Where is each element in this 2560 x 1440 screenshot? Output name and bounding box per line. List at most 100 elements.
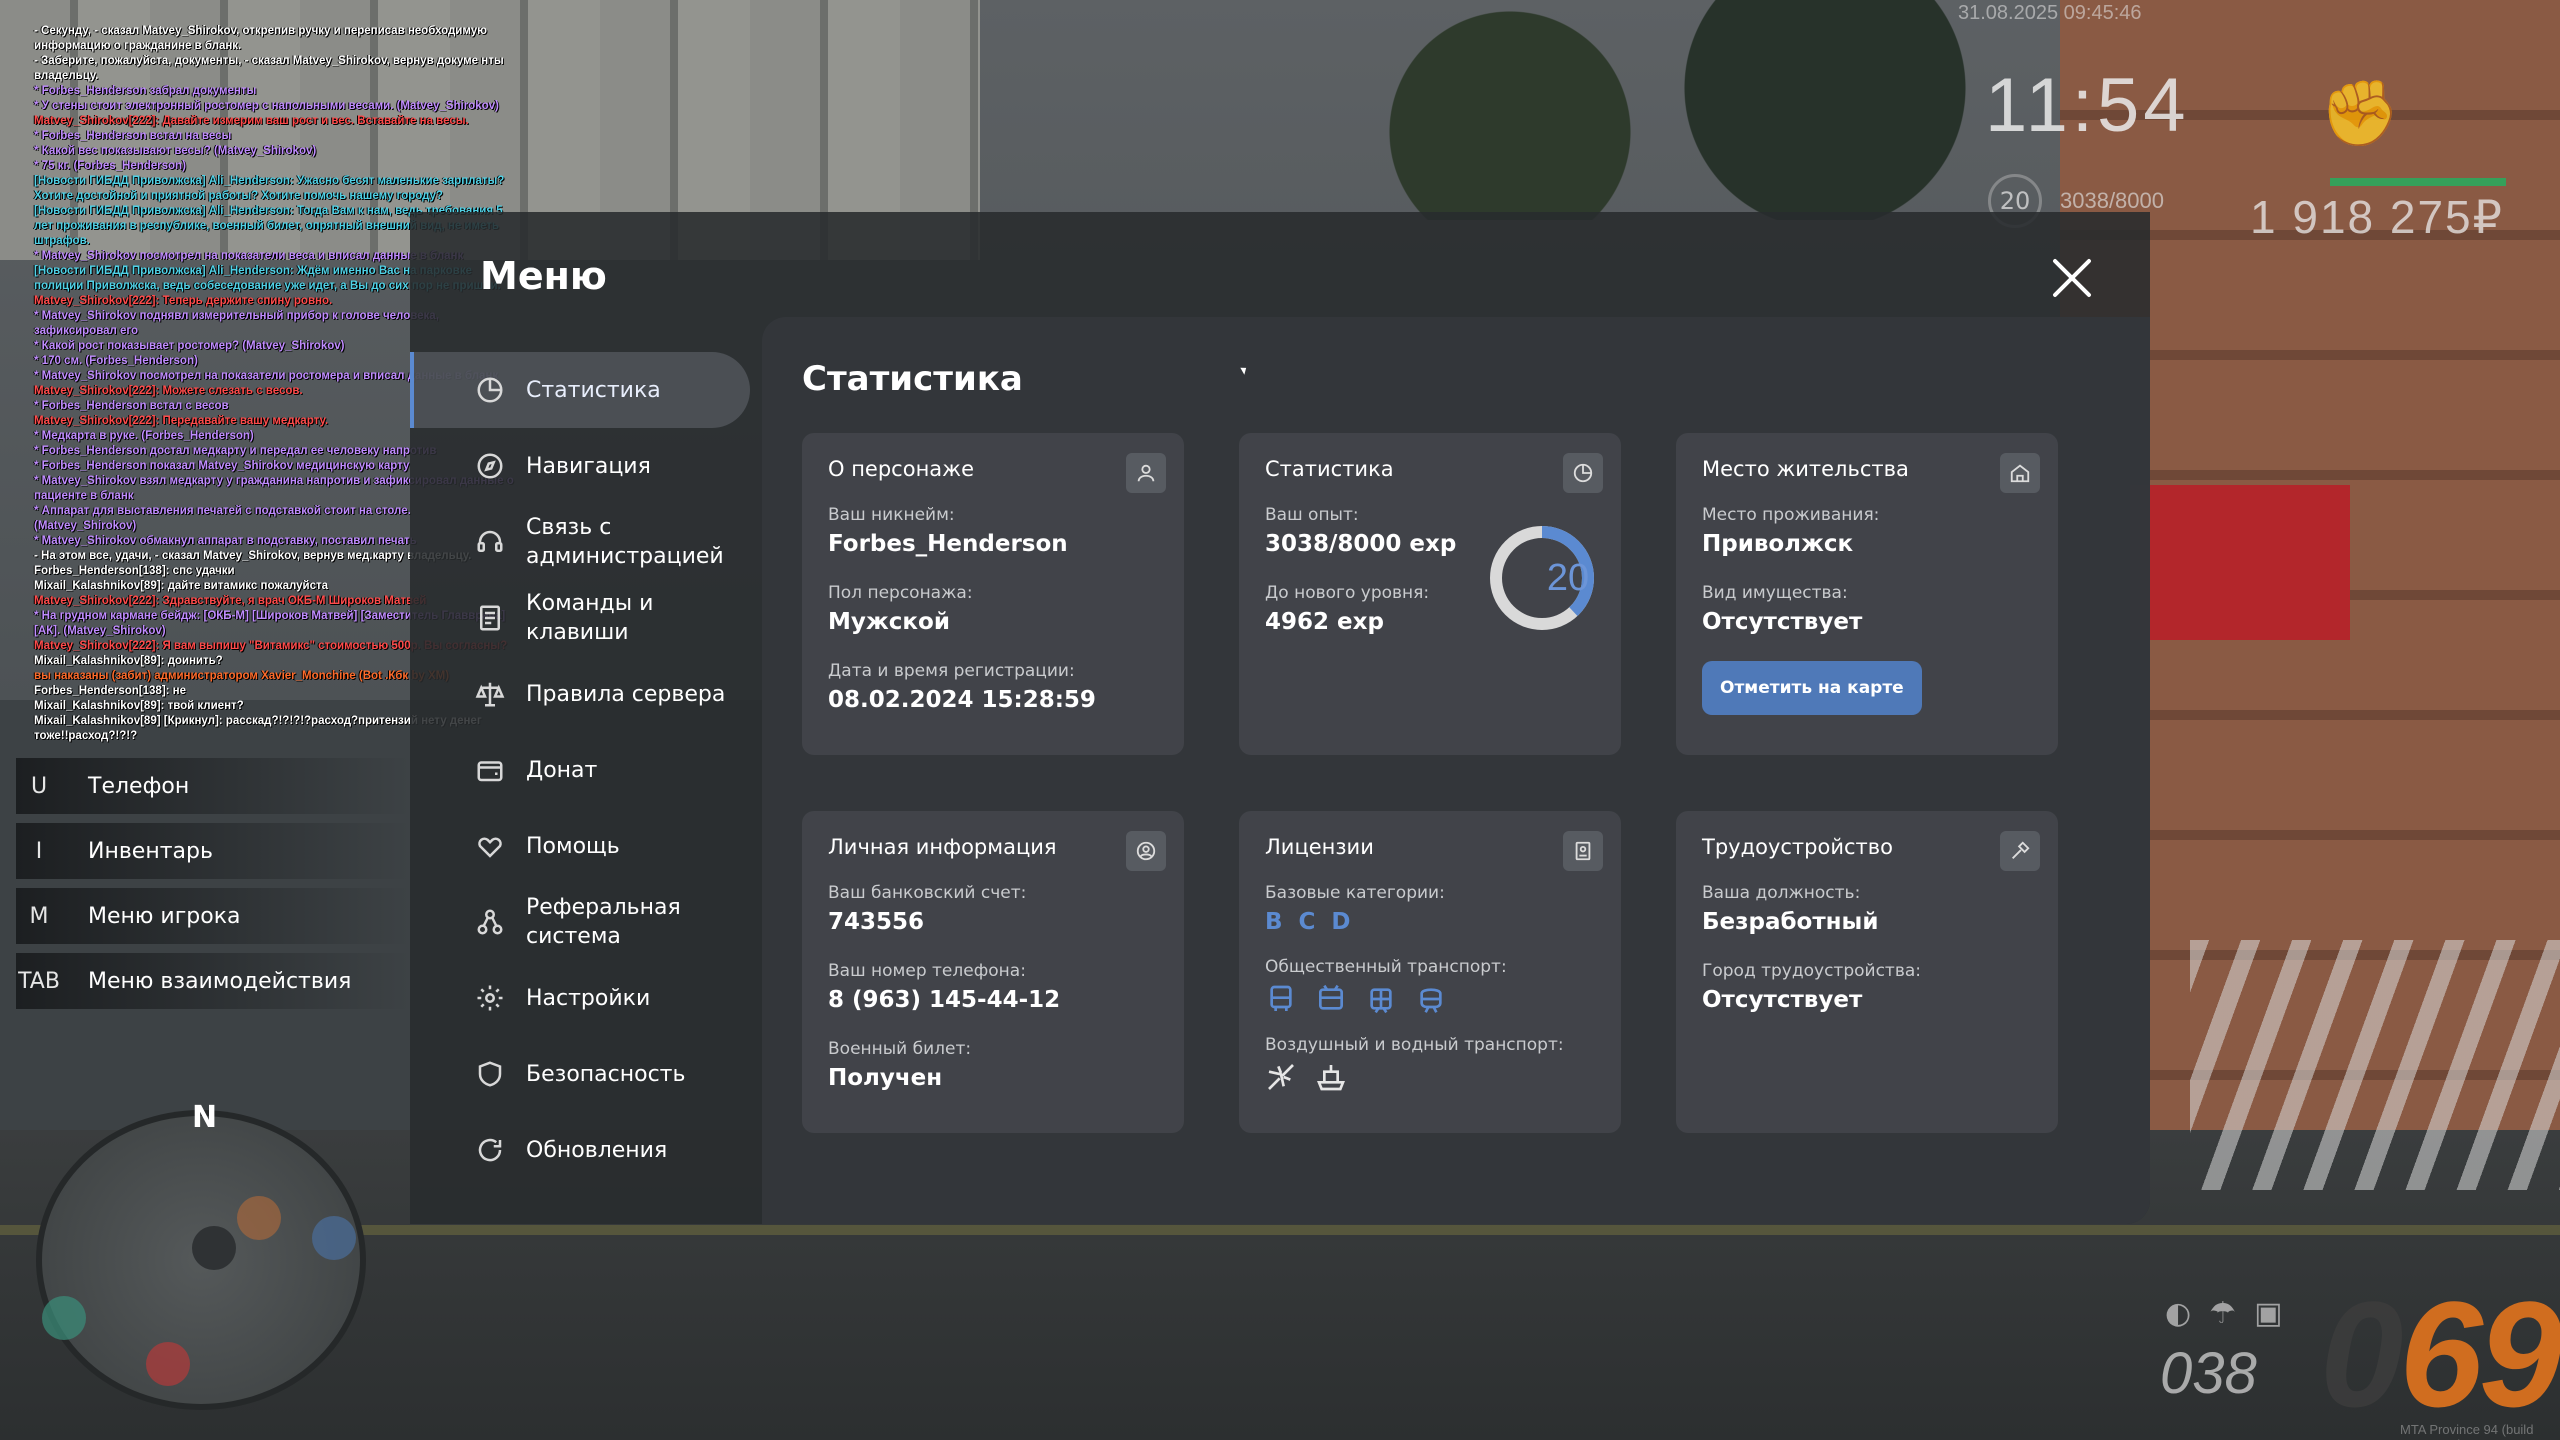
chat-line: Matvey_Shirokov[222]: Давайте измерим ва… — [34, 115, 469, 127]
nav-item-security[interactable]: Безопасность — [410, 1036, 750, 1112]
wallet-icon — [474, 754, 506, 786]
menu-title: Меню — [480, 254, 607, 298]
hud-date-time: 31.08.2025 09:45:46 — [1958, 2, 2142, 24]
tram-icon — [1370, 988, 1392, 1014]
nav-item-admin-contact[interactable]: Связь с администрацией — [410, 504, 750, 580]
build-version: MTA Province 94 (build 6.14217.0) — [2400, 1422, 2534, 1440]
registration-label: Дата и время регистрации: — [828, 661, 1075, 681]
nav-item-label: Статистика — [526, 377, 661, 403]
page-title: Статистика — [802, 359, 1023, 399]
nav-item-label: Навигация — [526, 453, 651, 479]
nav-item-settings[interactable]: Настройки — [410, 960, 750, 1036]
poi-building-icon — [42, 1296, 86, 1340]
hotkey-player-menu[interactable]: M Меню игрока — [16, 888, 410, 944]
nav-item-rules[interactable]: Правила сервера — [410, 656, 750, 732]
hud-fuel: 038 — [2160, 1341, 2257, 1406]
nav-item-donate[interactable]: Донат — [410, 732, 750, 808]
card-title: Личная информация — [828, 835, 1057, 859]
clock-pie-icon — [1563, 453, 1603, 493]
refresh-icon — [474, 1134, 506, 1166]
card-residence: Место жительства Место проживания: Приво… — [1676, 433, 2058, 755]
nav-item-updates[interactable]: Обновления — [410, 1112, 750, 1188]
gender-label: Пол персонажа: — [828, 583, 973, 603]
hotkey-interaction-menu[interactable]: TAB Меню взаимодействия — [16, 953, 410, 1009]
airplane-icon — [1268, 1064, 1294, 1090]
house-icon — [2000, 453, 2040, 493]
nav-item-referral[interactable]: Реферальная система — [410, 884, 750, 960]
base-categories-label: Базовые категории: — [1265, 883, 1445, 903]
air-water-icons — [1265, 1061, 1595, 1093]
minimap: N — [36, 1100, 366, 1410]
nav-item-label: Связь с администрацией — [526, 515, 724, 569]
shield-icon — [474, 1058, 506, 1090]
nav-item-navigation[interactable]: Навигация — [410, 428, 750, 504]
chart-pie-icon — [474, 374, 506, 406]
phone-label: Ваш номер телефона: — [828, 961, 1026, 981]
chat-line: * Какой вес показывают весы? (Matvey_Shi… — [34, 145, 317, 157]
nickname-value: Forbes_Henderson — [828, 531, 1068, 557]
work-city-value: Отсутствует — [1702, 987, 1863, 1013]
bank-label: Ваш банковский счет: — [828, 883, 1027, 903]
hud-exp: 3038/8000 — [2060, 188, 2164, 213]
hotkey-label: Инвентарь — [88, 838, 213, 864]
property-value: Отсутствует — [1702, 609, 1863, 635]
close-icon[interactable] — [2050, 256, 2094, 300]
user-circle-icon — [1126, 831, 1166, 871]
card-title: Лицензии — [1265, 835, 1374, 859]
hotkey-inventory[interactable]: I Инвентарь — [16, 823, 410, 879]
category-c: C — [1298, 909, 1316, 935]
military-label: Военный билет: — [828, 1039, 972, 1059]
speed-dim-digit: 0 — [2320, 1270, 2403, 1438]
hotkey-menu: U Телефон I Инвентарь M Меню игрока TAB … — [16, 758, 410, 1018]
compass-icon — [474, 450, 506, 482]
nickname-label: Ваш никнейм: — [828, 505, 955, 525]
gender-value: Мужской — [828, 609, 950, 635]
hotkey-key: I — [35, 838, 43, 864]
nav-item-label: Настройки — [526, 985, 651, 1011]
card-title: Трудоустройство — [1702, 835, 1893, 859]
bus-icon — [1270, 985, 1292, 1011]
base-categories: B C D — [1265, 909, 1595, 935]
nav-item-label: Помощь — [526, 833, 620, 859]
speed-digits: 69 — [2399, 1270, 2560, 1438]
nav-item-label: Безопасность — [526, 1061, 686, 1087]
nav-item-commands[interactable]: Команды и клавиши — [410, 580, 750, 656]
poi-shop-icon — [237, 1196, 281, 1240]
work-city-label: Город трудоустройства: — [1702, 961, 1921, 981]
hotkey-key: TAB — [18, 968, 60, 994]
fist-icon: ✊ — [2320, 77, 2400, 151]
card-personal-info: Личная информация Ваш банковский счет: 7… — [802, 811, 1184, 1133]
statistics-panel: Статистика О персонаже Ваш никнейм: Forb… — [762, 317, 2150, 1224]
residence-label: Место проживания: — [1702, 505, 1880, 525]
hud-money: 1 918 275₽ — [2250, 191, 2504, 243]
position-label: Ваша должность: — [1702, 883, 1861, 903]
trolleybus-icon — [1319, 984, 1343, 1010]
headset-icon — [474, 526, 506, 558]
hud-clock: 11:54 — [1985, 63, 2190, 148]
military-value: Получен — [828, 1065, 943, 1091]
health-bar — [2330, 178, 2506, 186]
phone-value: 8 (963) 145-44-12 — [828, 987, 1061, 1013]
category-b: B — [1265, 909, 1283, 935]
hotkey-key: U — [30, 773, 48, 799]
handshake-icon — [474, 830, 506, 862]
scales-icon — [474, 678, 506, 710]
vehicle-status-icons: ◐☂▣ — [2165, 1296, 2301, 1331]
player-marker-icon — [192, 1226, 236, 1270]
nav-item-label: Обновления — [526, 1137, 668, 1163]
user-icon — [1126, 453, 1166, 493]
nav-item-help[interactable]: Помощь — [410, 808, 750, 884]
residence-value: Приволжск — [1702, 531, 1854, 557]
nav-item-label: Реферальная система — [526, 895, 681, 949]
mark-on-map-button[interactable]: Отметить на карте — [1702, 661, 1922, 715]
hotkey-phone[interactable]: U Телефон — [16, 758, 410, 814]
nav-item-statistics[interactable]: Статистика — [410, 352, 750, 428]
shop-sign — [2130, 485, 2350, 640]
card-employment: Трудоустройство Ваша должность: Безработ… — [1676, 811, 2058, 1133]
hud-speed: 069 — [2320, 1268, 2560, 1440]
poi-clothes-icon — [312, 1216, 356, 1260]
card-title: Место жительства — [1702, 457, 1909, 481]
nav-item-label: Донат — [526, 757, 598, 783]
north-marker: N — [192, 1100, 218, 1135]
poi-bus-icon — [146, 1342, 190, 1386]
